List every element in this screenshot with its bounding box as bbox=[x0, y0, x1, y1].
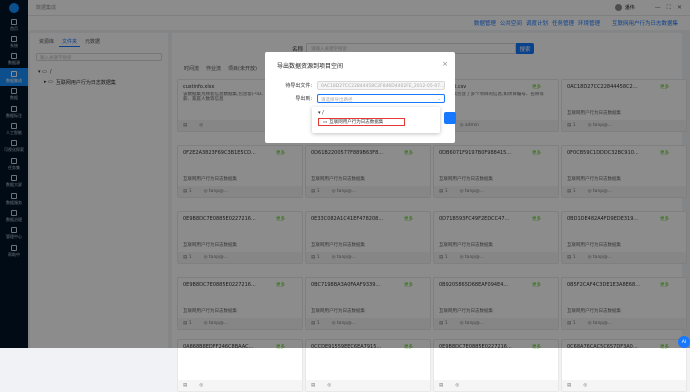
modal-title: 导出数据资源到项目空间 bbox=[277, 63, 344, 70]
file-icon: ▤ bbox=[567, 383, 572, 388]
path-dropdown: ▾ / ▭ 互联网用户行为日志数据集 bbox=[312, 107, 440, 133]
export-label: 导出到: bbox=[295, 96, 312, 102]
export-path-placeholder: 请选择导出路径 bbox=[321, 97, 353, 103]
user-icon: ◎ bbox=[327, 383, 332, 388]
dropdown-node-dataset[interactable]: ▭ 互联网用户行为日志数据集 bbox=[318, 118, 405, 126]
file-field: 0AC18D27CC22844458C2F846D4402FE_2012-05-… bbox=[317, 81, 445, 90]
user-icon: ◎ bbox=[583, 383, 588, 388]
file-label: 待导出文件: bbox=[285, 83, 312, 89]
confirm-button[interactable] bbox=[444, 112, 456, 124]
close-icon[interactable]: × bbox=[442, 60, 448, 68]
export-path-select[interactable]: 请选择导出路径 ⌄ bbox=[317, 94, 445, 103]
file-icon: ▤ bbox=[183, 383, 188, 388]
card-description bbox=[311, 352, 427, 362]
ai-assistant-button[interactable]: AI bbox=[678, 336, 690, 348]
card-footer: ▤ ◎ bbox=[306, 380, 430, 391]
card-description bbox=[439, 352, 555, 362]
card-footer: ▤ ◎ bbox=[562, 380, 686, 391]
user-icon: ◎ bbox=[455, 383, 460, 388]
dropdown-root[interactable]: ▾ / bbox=[318, 110, 324, 116]
card-footer: ▤ ◎ bbox=[178, 380, 302, 391]
card-footer: ▤ ◎ bbox=[434, 380, 558, 391]
user-icon: ◎ bbox=[199, 383, 204, 388]
chevron-down-icon: ⌄ bbox=[437, 96, 441, 102]
card-description bbox=[183, 352, 299, 362]
card-description bbox=[567, 352, 683, 362]
file-icon: ▤ bbox=[311, 383, 316, 388]
file-icon: ▤ bbox=[439, 383, 444, 388]
